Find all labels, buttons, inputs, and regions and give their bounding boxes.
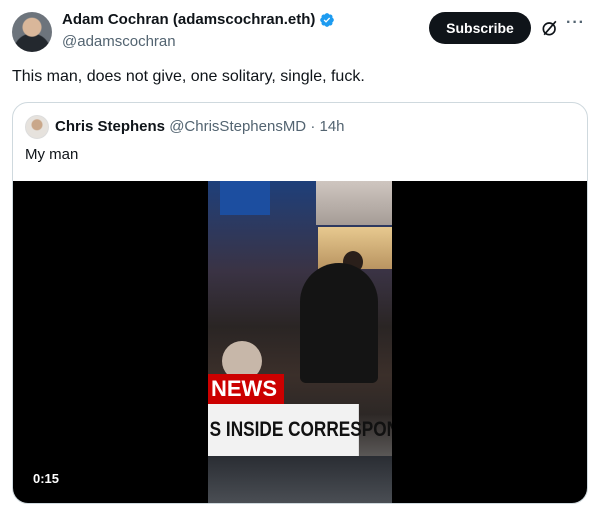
- tweet-text: This man, does not give, one solitary, s…: [12, 68, 365, 85]
- background-stage: [316, 181, 392, 225]
- quoted-author-handle[interactable]: @ChrisStephensMD: [169, 118, 306, 135]
- lower-strip: [208, 456, 392, 503]
- quoted-tweet-card[interactable]: Chris Stephens @ChrisStephensMD · 14h My…: [12, 102, 588, 504]
- news-chyron: NEWS: [208, 374, 284, 404]
- meta-separator: ·: [310, 118, 316, 135]
- verified-badge-icon: [320, 12, 335, 27]
- more-options-button[interactable]: ···: [566, 14, 585, 32]
- video-duration-badge: 0:15: [25, 467, 68, 491]
- author-handle[interactable]: @adamscochran: [62, 33, 176, 50]
- author-avatar[interactable]: [12, 12, 52, 52]
- quoted-tweet-header: Chris Stephens @ChrisStephensMD · 14h: [55, 118, 345, 135]
- lower-third-caption: S INSIDE CORRESPON: [208, 404, 392, 456]
- banner-shape: [220, 181, 270, 215]
- video-player[interactable]: NEWS S INSIDE CORRESPON 0:15: [13, 181, 587, 503]
- quoted-author-name[interactable]: Chris Stephens: [55, 118, 165, 135]
- grok-icon[interactable]: [540, 18, 560, 38]
- video-frame: NEWS S INSIDE CORRESPON: [208, 181, 392, 503]
- subscribe-button[interactable]: Subscribe: [429, 12, 531, 44]
- quoted-tweet-age[interactable]: 14h: [320, 118, 345, 135]
- quoted-tweet-text: My man: [25, 146, 79, 163]
- author-display-name[interactable]: Adam Cochran (adamscochran.eth): [62, 11, 315, 28]
- author-name-row: Adam Cochran (adamscochran.eth): [62, 11, 335, 28]
- person-silhouette: [300, 263, 378, 383]
- quoted-author-avatar[interactable]: [25, 115, 49, 139]
